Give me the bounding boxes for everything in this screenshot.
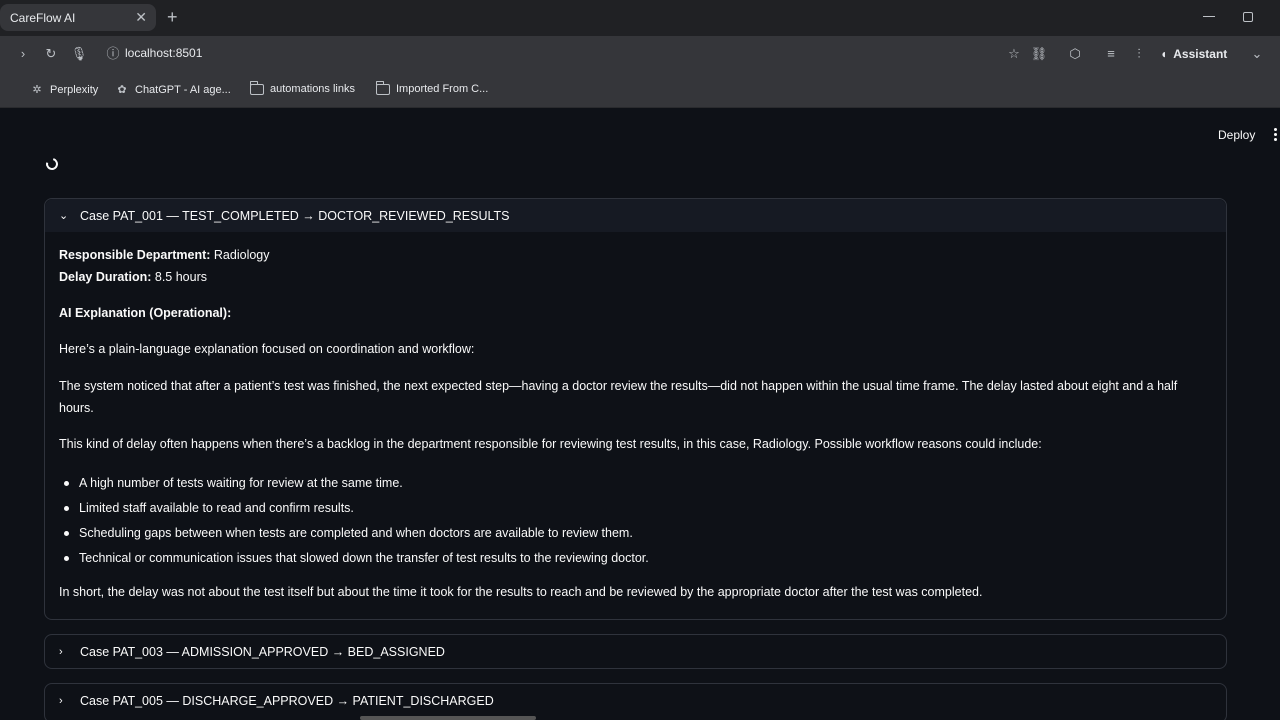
bookmark-chatgpt[interactable]: ✿ ChatGPT - AI age... <box>115 83 231 97</box>
chevron-right-icon: › <box>59 645 63 658</box>
case-title: Case PAT_005 — DISCHARGE_APPROVED → PATI… <box>80 693 494 708</box>
tab-close-icon[interactable]: ✕ <box>135 10 147 24</box>
address-bar[interactable]: localhost:8501 <box>125 46 202 60</box>
explanation-heading: AI Explanation (Operational): <box>59 306 232 320</box>
case-title: Case PAT_003 — ADMISSION_APPROVED → BED_… <box>80 644 445 659</box>
case-expander-header[interactable]: › Case PAT_005 — DISCHARGE_APPROVED → PA… <box>45 684 1226 717</box>
explanation-paragraph: The system noticed that after a patient’… <box>59 379 1178 415</box>
deploy-button[interactable]: Deploy <box>1210 126 1263 144</box>
department-label: Responsible Department: <box>59 248 211 262</box>
case-title: Case PAT_001 — TEST_COMPLETED → DOCTOR_R… <box>80 208 510 223</box>
chevron-down-icon: ⌄ <box>59 210 69 222</box>
folder-icon <box>250 80 264 95</box>
delay-value: 8.5 hours <box>154 270 207 284</box>
restore-icon[interactable] <box>1243 12 1253 22</box>
loading-spinner-icon <box>43 155 61 173</box>
assistant-button[interactable]: ◖ Assistant <box>1160 44 1227 64</box>
bookmark-folder-imported[interactable]: Imported From C... <box>376 80 489 95</box>
bookmark-perplexity[interactable]: ✲ Perplexity <box>30 83 98 97</box>
list-item: A high number of tests waiting for revie… <box>59 472 1209 497</box>
chatgpt-icon: ✿ <box>117 84 127 96</box>
browser-tab-bar: CareFlow AI ✕ + <box>0 0 1280 36</box>
assistant-label: Assistant <box>1173 47 1228 61</box>
bookmark-label: ChatGPT - AI age... <box>135 84 231 96</box>
case-expander-header[interactable]: ⌄ Case PAT_001 — TEST_COMPLETED → DOCTOR… <box>45 199 1226 232</box>
bookmarks-bar: ✲ Perplexity ✿ ChatGPT - AI age... autom… <box>0 72 1280 108</box>
bookmark-label: automations links <box>270 83 355 95</box>
case-expander: › Case PAT_005 — DISCHARGE_APPROVED → PA… <box>44 683 1227 720</box>
perplexity-icon: ✲ <box>32 84 42 96</box>
assistant-icon: ◖ <box>1160 47 1168 61</box>
extensions-icon[interactable]: ⬡ <box>1066 45 1084 63</box>
department-row: Responsible Department: Radiology <box>59 248 270 262</box>
delay-row: Delay Duration: 8.5 hours <box>59 270 207 284</box>
explanation-summary: In short, the delay was not about the te… <box>59 585 983 599</box>
bookmark-star-icon[interactable]: ☆ <box>1005 45 1023 63</box>
reload-icon[interactable]: ↻ <box>42 45 60 63</box>
main-menu-icon[interactable] <box>1274 128 1277 143</box>
app-main: Deploy ⌄ Case PAT_001 — TEST_COMPLETED →… <box>0 108 1280 720</box>
list-item: Scheduling gaps between when tests are c… <box>59 522 1209 547</box>
browser-toolbar: › ↻ 🎙 ⓘ localhost:8501 ☆ ⛓ ⬡ ≡ ⫶ ◖ Assis… <box>0 36 1280 72</box>
minimize-icon[interactable] <box>1203 16 1215 17</box>
list-item: Limited staff available to read and conf… <box>59 497 1209 522</box>
explanation-paragraph: This kind of delay often happens when th… <box>59 437 1042 451</box>
reasons-list: A high number of tests waiting for revie… <box>59 472 1209 572</box>
tab-title: CareFlow AI <box>10 10 76 25</box>
explanation-intro: Here’s a plain-language explanation focu… <box>59 342 475 356</box>
link-icon[interactable]: ⛓ <box>1030 45 1048 63</box>
forward-icon[interactable]: › <box>14 45 32 63</box>
browser-tab[interactable]: CareFlow AI ✕ <box>0 4 156 31</box>
microphone-icon[interactable]: 🎙 <box>70 45 88 63</box>
site-info-icon[interactable]: ⓘ <box>104 45 122 63</box>
new-tab-icon[interactable]: + <box>167 8 178 26</box>
chevron-down-icon[interactable]: ⌄ <box>1248 45 1266 63</box>
chevron-right-icon: › <box>59 694 63 707</box>
bookmark-folder-automations[interactable]: automations links <box>250 80 355 95</box>
case-expander: ⌄ Case PAT_001 — TEST_COMPLETED → DOCTOR… <box>44 198 1227 620</box>
list-item: Technical or communication issues that s… <box>59 547 1209 572</box>
case-expander: › Case PAT_003 — ADMISSION_APPROVED → BE… <box>44 634 1227 669</box>
department-value: Radiology <box>213 248 270 262</box>
bookmark-label: Imported From C... <box>396 83 489 95</box>
case-expander-header[interactable]: › Case PAT_003 — ADMISSION_APPROVED → BE… <box>45 635 1226 668</box>
menu-lines-icon[interactable]: ≡ <box>1102 45 1120 63</box>
delay-label: Delay Duration: <box>59 270 152 284</box>
bookmark-label: Perplexity <box>50 84 99 96</box>
folder-icon <box>376 80 390 95</box>
horizontal-scrollbar[interactable] <box>360 716 536 720</box>
audio-wave-icon[interactable]: ⫶ <box>1130 45 1148 63</box>
